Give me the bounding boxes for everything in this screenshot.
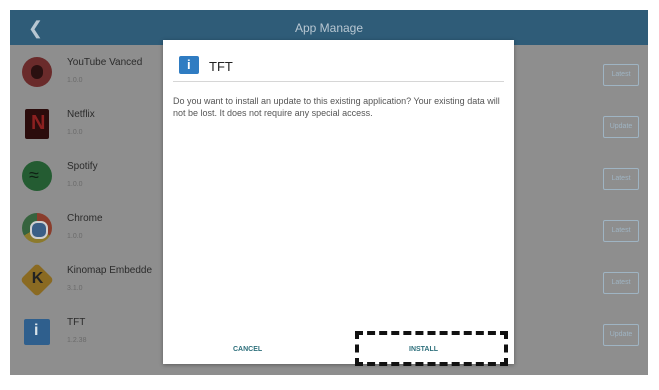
latest-button[interactable]: Latest	[603, 272, 639, 294]
app-name: Kinomap Embedde	[67, 265, 153, 276]
tft-icon: i	[24, 319, 50, 345]
install-highlight	[355, 331, 508, 366]
latest-button[interactable]: Latest	[603, 220, 639, 242]
app-name: Chrome	[67, 213, 103, 224]
page-title: App Manage	[294, 21, 364, 35]
app-version: 1.0.0	[67, 77, 83, 84]
update-button[interactable]: Update	[603, 324, 639, 346]
app-name: Netflix	[67, 109, 95, 120]
chrome-icon	[22, 213, 52, 243]
app-version: 1.0.0	[67, 181, 83, 188]
dialog-message: Do you want to install an update to this…	[173, 96, 500, 118]
divider	[173, 81, 504, 82]
cancel-button[interactable]: CANCEL	[233, 346, 262, 353]
youtube-vanced-icon	[22, 57, 52, 87]
app-version: 1.0.0	[67, 233, 83, 240]
app-name: TFT	[67, 317, 86, 328]
install-dialog: i TFT Do you want to install an update t…	[163, 40, 514, 364]
dialog-title: TFT	[209, 59, 233, 74]
update-button[interactable]: Update	[603, 116, 639, 138]
app-name: YouTube Vanced	[67, 57, 143, 68]
app-version: 1.0.0	[67, 129, 83, 136]
app-version: 3.1.0	[67, 285, 83, 292]
app-version: 1.2.38	[67, 337, 87, 344]
latest-button[interactable]: Latest	[603, 168, 639, 190]
info-icon: i	[179, 56, 199, 74]
netflix-icon: N	[25, 109, 49, 139]
latest-button[interactable]: Latest	[603, 64, 639, 86]
spotify-icon: ≈	[22, 161, 52, 191]
app-name: Spotify	[67, 161, 98, 172]
kinomap-icon: K	[20, 263, 54, 297]
